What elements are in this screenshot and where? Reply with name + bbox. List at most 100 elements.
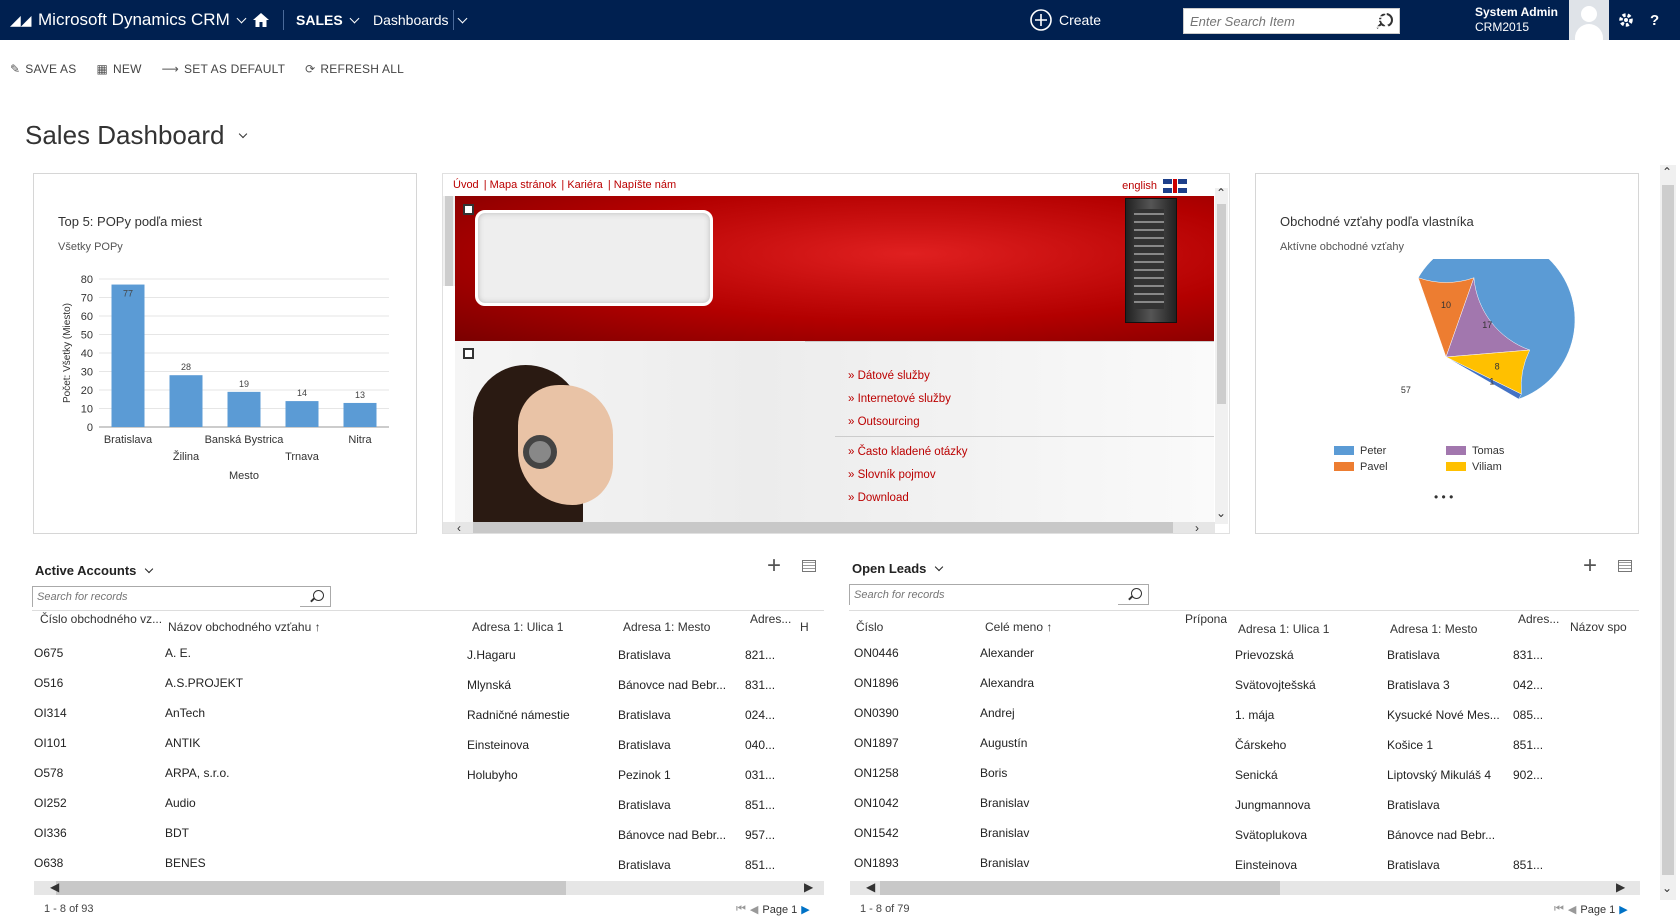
table-cell[interactable]: Boris: [980, 766, 1220, 780]
column-header[interactable]: H: [800, 620, 809, 634]
accounts-view-selector[interactable]: Active Accounts: [35, 563, 154, 578]
table-cell[interactable]: AnTech: [165, 706, 455, 720]
table-cell[interactable]: Branislav: [980, 796, 1220, 810]
page-vertical-scrollbar[interactable]: ⌃ ⌄: [1660, 165, 1676, 900]
table-cell[interactable]: Branislav: [980, 856, 1220, 870]
column-header[interactable]: Adresa 1: Ulica 1: [472, 620, 563, 634]
table-cell: Bratislava: [618, 798, 671, 812]
column-header[interactable]: Názov spo: [1570, 620, 1627, 634]
language-label: english: [1122, 180, 1157, 192]
table-cell[interactable]: Augustín: [980, 736, 1220, 750]
chevron-down-icon: [239, 129, 248, 138]
column-header[interactable]: Adres...: [750, 612, 791, 626]
gear-icon[interactable]: [1617, 0, 1635, 40]
legend-more-icon[interactable]: • • •: [1434, 490, 1453, 504]
column-header[interactable]: Názov obchodného vzťahu ↑: [168, 620, 321, 634]
table-cell[interactable]: A. E.: [165, 646, 455, 660]
advanced-find-icon[interactable]: [1372, 0, 1390, 40]
web-link[interactable]: » Outsourcing: [848, 411, 951, 434]
page-title[interactable]: Sales Dashboard: [25, 120, 248, 151]
bar-chart-panel: Top 5: POPy podľa miest Všetky POPy 0 10 2…: [33, 173, 417, 534]
global-search[interactable]: [1183, 8, 1400, 34]
scroll-down-icon[interactable]: ⌄: [1216, 506, 1226, 520]
scroll-right-icon[interactable]: ›: [1195, 521, 1199, 533]
leads-horizontal-scrollbar[interactable]: ◀ ▶: [850, 880, 1640, 895]
area-menu[interactable]: SALES: [296, 0, 360, 40]
table-cell[interactable]: Audio: [165, 796, 455, 810]
avatar[interactable]: [1569, 0, 1609, 40]
web-resource-frame[interactable]: Úvod | Mapa stránok | Kariéra | Napíšte …: [442, 173, 1230, 534]
next-page-icon[interactable]: ▶: [1619, 903, 1627, 916]
previous-page-icon[interactable]: ◀: [750, 903, 758, 916]
add-lead-button[interactable]: +: [1583, 554, 1597, 578]
accounts-search-input[interactable]: [33, 587, 301, 607]
web-nav-link[interactable]: Napíšte nám: [614, 179, 676, 191]
table-cell: Kysucké Nové Mes...: [1387, 708, 1500, 722]
first-page-icon[interactable]: ⏮: [1554, 903, 1564, 916]
help-icon[interactable]: ?: [1650, 0, 1659, 40]
column-header[interactable]: Číslo: [856, 620, 883, 634]
previous-page-icon[interactable]: ◀: [1568, 903, 1576, 916]
table-cell[interactable]: Alexandra: [980, 676, 1220, 690]
add-account-button[interactable]: +: [767, 554, 781, 578]
web-link[interactable]: » Často kladené otázky: [848, 441, 968, 464]
next-page-icon[interactable]: ▶: [801, 903, 809, 916]
scroll-up-icon[interactable]: ⌃: [1662, 165, 1672, 179]
scroll-left-icon[interactable]: ◀: [866, 880, 875, 894]
dashboards-menu[interactable]: Dashboards: [373, 0, 449, 40]
leads-search[interactable]: [849, 584, 1149, 605]
create-button[interactable]: Create: [1029, 0, 1101, 40]
global-search-input[interactable]: [1184, 9, 1364, 33]
table-cell[interactable]: BDT: [165, 826, 455, 840]
user-info[interactable]: System Admin CRM2015: [1475, 5, 1558, 35]
table-cell[interactable]: BENES: [165, 856, 455, 870]
column-header[interactable]: Prípona: [1185, 612, 1227, 626]
column-header[interactable]: Číslo obchodného vz...: [40, 612, 162, 626]
accounts-horizontal-scrollbar[interactable]: ◀ ▶: [34, 880, 824, 895]
table-cell[interactable]: Andrej: [980, 706, 1220, 720]
web-nav-link[interactable]: Mapa stránok: [490, 179, 557, 191]
search-icon[interactable]: [1131, 588, 1142, 599]
web-horizontal-scrollbar[interactable]: ‹ ›: [443, 521, 1215, 533]
search-icon[interactable]: [313, 590, 324, 601]
scroll-left-icon[interactable]: ‹: [457, 521, 461, 533]
table-cell[interactable]: Alexander: [980, 646, 1220, 660]
table-cell[interactable]: ARPA, s.r.o.: [165, 766, 455, 780]
inner-left-scrollbar[interactable]: [443, 196, 455, 286]
web-link[interactable]: » Dátové služby: [848, 365, 951, 388]
new-button[interactable]: ▦ NEW: [96, 62, 141, 76]
column-header[interactable]: Adresa 1: Mesto: [623, 620, 710, 634]
refresh-all-button[interactable]: ⟳ REFRESH ALL: [305, 62, 404, 76]
section-dropdown[interactable]: [457, 0, 468, 40]
scroll-up-icon[interactable]: ⌃: [1216, 186, 1226, 200]
web-link[interactable]: » Slovník pojmov: [848, 464, 968, 487]
web-nav-link[interactable]: Úvod: [453, 179, 479, 191]
accounts-search[interactable]: [32, 586, 331, 607]
column-header[interactable]: Adresa 1: Ulica 1: [1238, 622, 1329, 636]
column-header[interactable]: Adres...: [1518, 612, 1559, 626]
web-link[interactable]: » Download: [848, 487, 968, 510]
table-cell[interactable]: Branislav: [980, 826, 1220, 840]
web-link[interactable]: » Internetové služby: [848, 388, 951, 411]
table-cell[interactable]: ANTIK: [165, 736, 455, 750]
home-icon[interactable]: [252, 0, 270, 40]
column-header[interactable]: Adresa 1: Mesto: [1390, 622, 1477, 636]
web-vertical-scrollbar[interactable]: ⌃ ⌄: [1215, 186, 1228, 524]
bar-chart: 0 10 20 30 40 50 60 70 80 77 Bratislava 28 Žilina 19 B…: [62, 274, 389, 482]
save-as-button[interactable]: ✎ SAVE AS: [10, 62, 76, 76]
app-switcher[interactable]: ◢◢ Microsoft Dynamics CRM: [10, 0, 247, 40]
set-as-default-button[interactable]: ⟶ SET AS DEFAULT: [162, 62, 285, 76]
leads-search-input[interactable]: [850, 585, 1119, 605]
table-cell[interactable]: A.S.PROJEKT: [165, 676, 455, 690]
scroll-down-icon[interactable]: ⌄: [1662, 881, 1672, 895]
scroll-left-icon[interactable]: ◀: [50, 880, 59, 894]
grid-view-icon[interactable]: [1618, 560, 1632, 572]
scroll-right-icon[interactable]: ▶: [1616, 880, 1625, 894]
language-switch[interactable]: english: [1122, 179, 1187, 193]
first-page-icon[interactable]: ⏮: [736, 903, 746, 916]
grid-view-icon[interactable]: [802, 560, 816, 572]
scroll-right-icon[interactable]: ▶: [804, 880, 813, 894]
web-nav-link[interactable]: Kariéra: [567, 179, 602, 191]
leads-view-selector[interactable]: Open Leads: [852, 561, 944, 576]
column-header[interactable]: Celé meno ↑: [985, 620, 1052, 634]
